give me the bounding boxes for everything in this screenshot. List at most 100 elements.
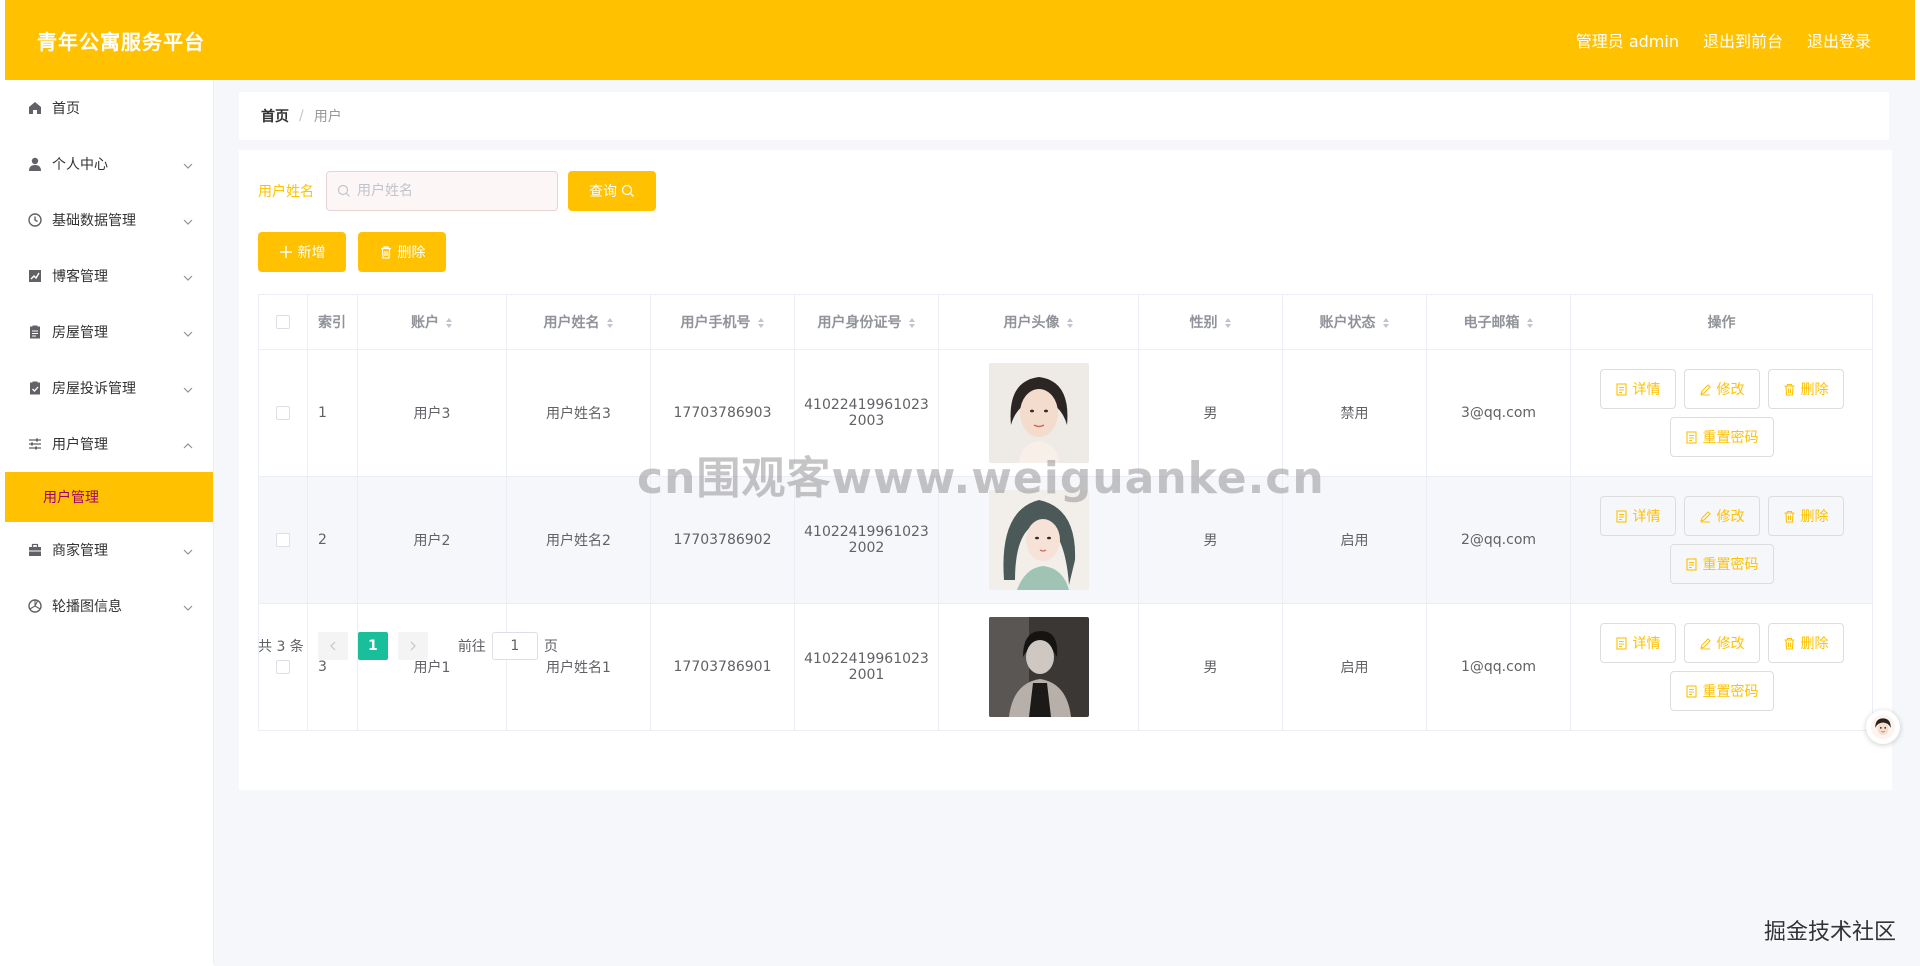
row-ops: 详情 修改 删除 重置密码	[1571, 496, 1872, 584]
document-icon	[1615, 382, 1627, 396]
row-idcard: 41022419961023 2003	[794, 349, 939, 477]
breadcrumb: 首页 / 用户	[239, 92, 1889, 140]
row-status: 启用	[1282, 603, 1427, 731]
sidebar-item-carousel[interactable]: 轮播图信息	[5, 578, 213, 634]
sort-icon[interactable]	[1382, 316, 1390, 330]
header-gender[interactable]: 性别	[1138, 294, 1283, 350]
sidebar-item-merchant[interactable]: 商家管理	[5, 522, 213, 578]
bulk-delete-button[interactable]: 删除	[358, 232, 446, 272]
breadcrumb-separator: /	[299, 108, 304, 124]
delete-label: 删除	[1800, 382, 1829, 398]
sidebar-item-label: 房屋管理	[52, 325, 108, 341]
chevron-down-icon	[183, 159, 193, 169]
sort-icon[interactable]	[445, 316, 453, 330]
row-name: 用户姓名1	[506, 603, 651, 731]
edit-button[interactable]: 修改	[1683, 496, 1760, 536]
edit-button[interactable]: 修改	[1683, 369, 1760, 409]
idcard-line-1: 41022419961023	[804, 397, 929, 413]
sidebar-subitem-user-management[interactable]: 用户管理	[5, 472, 213, 522]
idcard-line-2: 2003	[848, 413, 885, 429]
row-ops-cell: 详情 修改 删除 重置密码	[1570, 349, 1873, 477]
select-all-checkbox[interactable]	[276, 315, 290, 329]
sort-icon[interactable]	[757, 316, 765, 330]
idcard-line-1: 41022419961023	[804, 651, 929, 667]
table-header-row: 索引 账户 用户姓名 用户手机号 用户身份证号 用户头像 性别 账户状态 电子邮…	[258, 294, 1873, 350]
next-page-button[interactable]	[397, 632, 428, 660]
reset-password-button[interactable]: 重置密码	[1669, 417, 1774, 457]
document-icon	[1685, 684, 1697, 698]
top-header: 青年公寓服务平台 管理员 admin 退出到前台 退出登录	[5, 0, 1915, 80]
chevron-down-icon	[183, 215, 193, 225]
sidebar-item-blog[interactable]: 博客管理	[5, 248, 213, 304]
add-button[interactable]: 新增	[258, 232, 346, 272]
row-checkbox[interactable]	[276, 406, 290, 420]
breadcrumb-current: 用户	[313, 109, 342, 125]
sidebar-item-label: 房屋投诉管理	[52, 381, 136, 397]
row-ops: 详情 修改 删除 重置密码	[1571, 369, 1872, 457]
header-name[interactable]: 用户姓名	[506, 294, 651, 350]
reset-label: 重置密码	[1702, 684, 1759, 700]
exit-to-front-link[interactable]: 退出到前台	[1703, 28, 1783, 52]
prev-page-button[interactable]	[317, 632, 348, 660]
delete-label: 删除	[1800, 509, 1829, 525]
sidebar-item-user-management[interactable]: 用户管理	[5, 416, 213, 472]
idcard-line-2: 2002	[848, 540, 885, 556]
edit-button[interactable]: 修改	[1683, 623, 1760, 663]
ops-row: 详情 修改 删除	[1587, 369, 1856, 409]
app: 青年公寓服务平台 管理员 admin 退出到前台 退出登录 首页 个人中心 基础…	[0, 0, 1920, 966]
sidebar-item-personal-center[interactable]: 个人中心	[5, 136, 213, 192]
sidebar-item-basic-data[interactable]: 基础数据管理	[5, 192, 213, 248]
header-email[interactable]: 电子邮箱	[1426, 294, 1571, 350]
user-table: 索引 账户 用户姓名 用户手机号 用户身份证号 用户头像 性别 账户状态 电子邮…	[258, 294, 1873, 731]
row-checkbox[interactable]	[276, 533, 290, 547]
pagination-total: 共 3 条	[258, 639, 304, 655]
ops-row: 详情 修改 删除	[1587, 496, 1856, 536]
row-status: 启用	[1282, 476, 1427, 604]
header-phone[interactable]: 用户手机号	[650, 294, 795, 350]
sidebar-item-house-complaint[interactable]: 房屋投诉管理	[5, 360, 213, 416]
header-idcard[interactable]: 用户身份证号	[794, 294, 939, 350]
search-input-wrapper	[326, 171, 558, 211]
logout-link[interactable]: 退出登录	[1807, 28, 1871, 52]
search-row: 用户姓名 查询	[258, 171, 656, 211]
reset-password-button[interactable]: 重置密码	[1669, 671, 1774, 711]
row-account: 用户2	[357, 476, 507, 604]
sidebar-item-house[interactable]: 房屋管理	[5, 304, 213, 360]
header-ops: 操作	[1570, 294, 1873, 350]
ops-row: 详情 修改 删除	[1587, 623, 1856, 663]
breadcrumb-home[interactable]: 首页	[261, 106, 289, 126]
header-idcard-label: 用户身份证号	[817, 315, 902, 331]
sidebar-item-label: 用户管理	[52, 437, 108, 453]
header-status[interactable]: 账户状态	[1282, 294, 1427, 350]
reset-password-button[interactable]: 重置密码	[1669, 544, 1774, 584]
sort-icon[interactable]	[1066, 316, 1074, 330]
row-avatar-cell	[938, 603, 1139, 731]
edit-label: 修改	[1716, 636, 1745, 652]
header-account[interactable]: 账户	[357, 294, 507, 350]
detail-button[interactable]: 详情	[1599, 369, 1676, 409]
header-avatar-label: 用户头像	[1003, 315, 1060, 331]
header-select-all[interactable]	[258, 294, 308, 350]
floating-assistant-avatar[interactable]	[1866, 710, 1900, 744]
corner-watermark: 掘金技术社区	[1763, 920, 1896, 945]
edit-label: 修改	[1716, 382, 1745, 398]
header-avatar[interactable]: 用户头像	[938, 294, 1139, 350]
goto-page-input[interactable]	[491, 632, 538, 660]
sort-icon[interactable]	[1526, 316, 1534, 330]
detail-button[interactable]: 详情	[1599, 623, 1676, 663]
search-input[interactable]	[357, 183, 547, 199]
delete-button[interactable]: 删除	[1767, 369, 1844, 409]
delete-button[interactable]: 删除	[1767, 623, 1844, 663]
page-number-button[interactable]: 1	[357, 632, 388, 660]
sort-icon[interactable]	[606, 316, 614, 330]
row-checkbox[interactable]	[276, 660, 290, 674]
chart-icon	[27, 268, 43, 284]
sort-icon[interactable]	[1224, 316, 1232, 330]
sidebar-item-home[interactable]: 首页	[5, 80, 213, 136]
query-button[interactable]: 查询	[568, 171, 656, 211]
admin-label[interactable]: 管理员 admin	[1576, 28, 1679, 52]
detail-button[interactable]: 详情	[1599, 496, 1676, 536]
aperture-icon	[27, 598, 43, 614]
sort-icon[interactable]	[908, 316, 916, 330]
delete-button[interactable]: 删除	[1767, 496, 1844, 536]
